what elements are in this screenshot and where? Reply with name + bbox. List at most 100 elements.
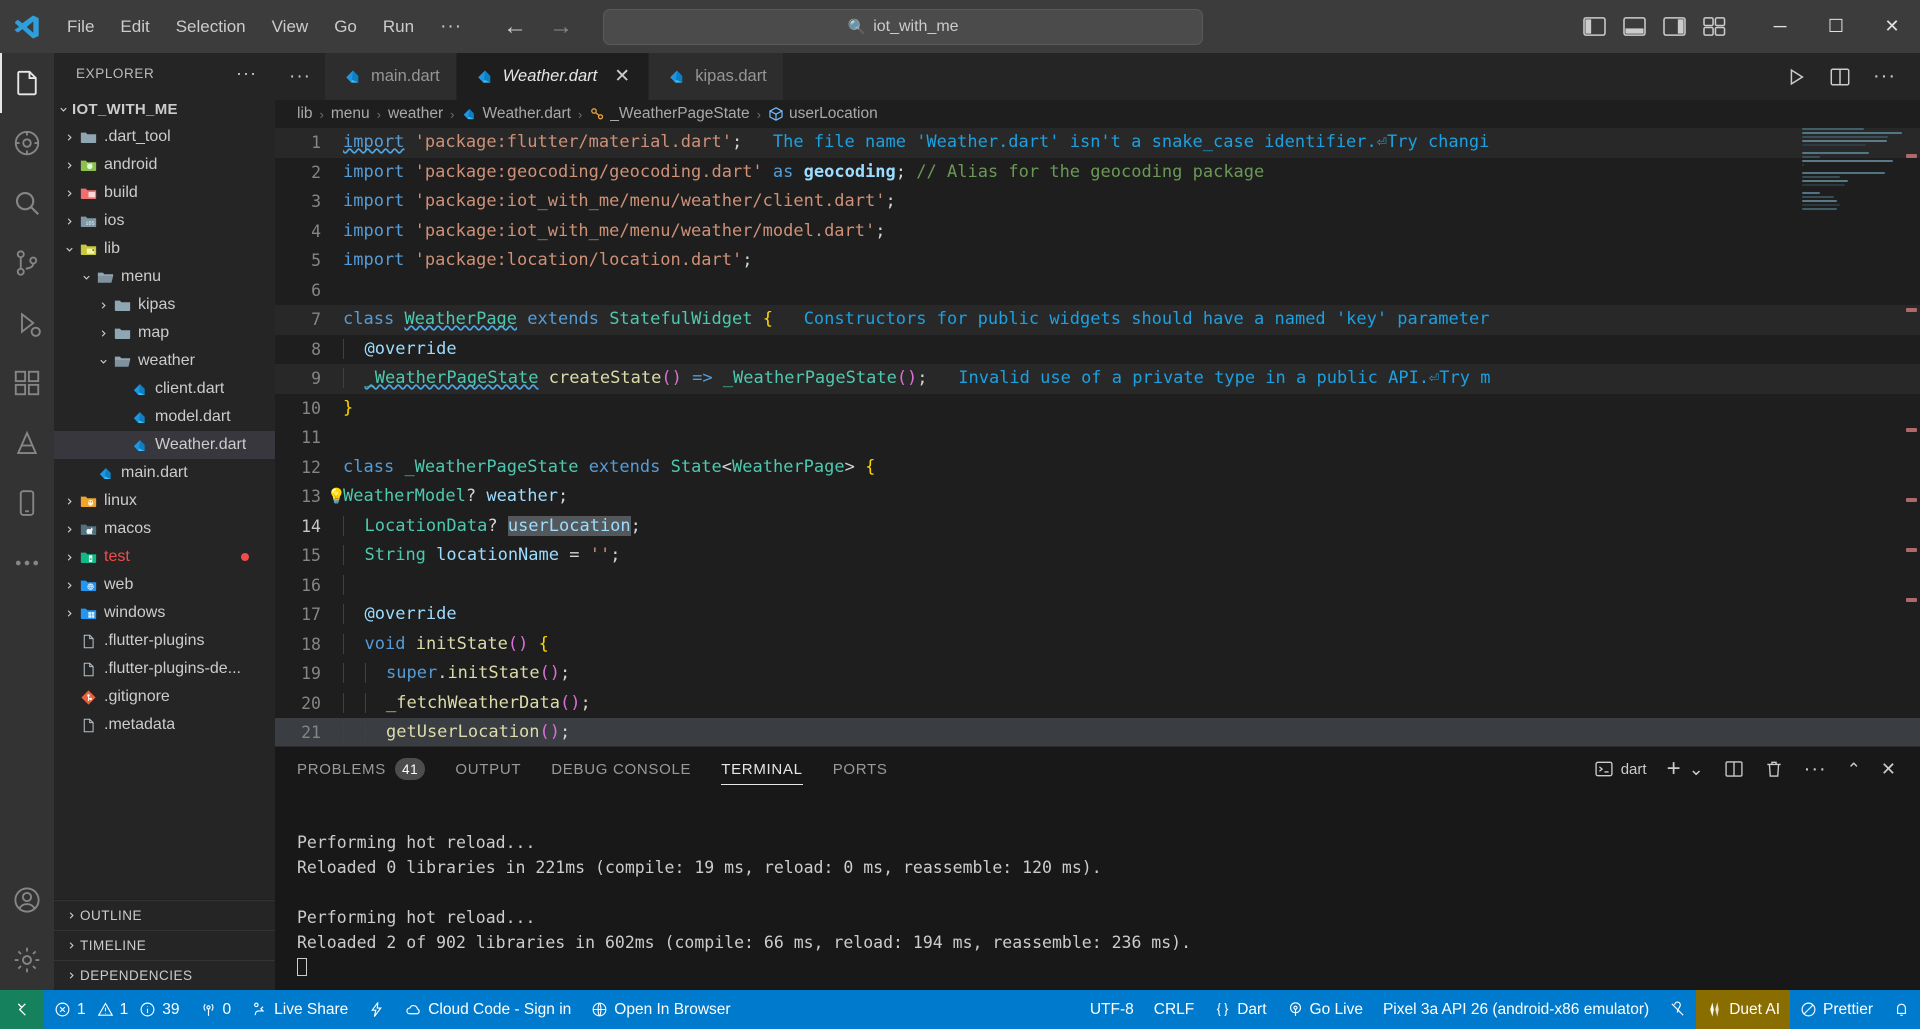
terminal-profile-selector[interactable]: dart xyxy=(1594,759,1647,779)
tree-file-client-dart[interactable]: client.dart xyxy=(54,375,275,403)
status-device-selector[interactable]: Pixel 3a API 26 (android-x86 emulator) xyxy=(1373,990,1659,1029)
chevron-right-icon[interactable] xyxy=(60,216,78,227)
editor-scrollbar[interactable] xyxy=(1903,128,1920,746)
breadcrumb-item-userlocation[interactable]: userLocation xyxy=(768,105,878,123)
menu-run[interactable]: Run xyxy=(370,13,427,41)
tree-file-main-dart[interactable]: main.dart xyxy=(54,459,275,487)
chevron-right-icon[interactable] xyxy=(60,552,78,563)
run-button[interactable] xyxy=(1785,66,1807,88)
status-cloud-code[interactable]: Cloud Code - Sign in xyxy=(395,990,581,1029)
tree-folder--dart-tool[interactable]: .dart_tool xyxy=(54,123,275,151)
chevron-right-icon[interactable] xyxy=(60,524,78,535)
tree-folder-ios[interactable]: iOS ios xyxy=(54,207,275,235)
new-terminal-icon[interactable]: + xyxy=(1667,757,1681,781)
chevron-down-icon[interactable] xyxy=(94,356,112,367)
status-prettier[interactable]: Prettier xyxy=(1790,990,1883,1029)
terminal-output[interactable]: Performing hot reload... Reloaded 0 libr… xyxy=(275,791,1920,990)
go-back-icon[interactable]: ← xyxy=(503,13,527,41)
activity-run-debug[interactable] xyxy=(0,293,54,353)
section-outline[interactable]: OUTLINE xyxy=(54,900,275,930)
chevron-right-icon[interactable] xyxy=(60,188,78,199)
split-terminal-icon[interactable] xyxy=(1724,759,1744,779)
terminal-dropdown-icon[interactable]: ⌄ xyxy=(1689,760,1704,778)
chevron-right-icon[interactable] xyxy=(60,132,78,143)
quick-open-input[interactable]: 🔍 iot_with_me xyxy=(603,8,1204,45)
tree-folder-menu[interactable]: menu xyxy=(54,263,275,291)
activity-search[interactable] xyxy=(0,173,54,233)
activity-extensions[interactable] xyxy=(0,353,54,413)
panel-tab-terminal[interactable]: TERMINAL xyxy=(721,747,804,791)
status-language-mode[interactable]: Dart xyxy=(1204,990,1276,1029)
activity-remote-explorer[interactable] xyxy=(0,473,54,533)
collapse-panel-icon[interactable]: ⌃ xyxy=(1847,761,1861,778)
editor-more-actions[interactable]: ··· xyxy=(1873,65,1896,88)
tree-folder-web[interactable]: web xyxy=(54,571,275,599)
tree-folder-windows[interactable]: windows xyxy=(54,599,275,627)
status-go-live[interactable]: Go Live xyxy=(1277,990,1373,1029)
activity-testing[interactable] xyxy=(0,413,54,473)
tree-file--metadata[interactable]: .metadata xyxy=(54,711,275,739)
editor-tab-kipas-dart[interactable]: kipas.dart xyxy=(649,53,784,100)
chevron-down-icon[interactable] xyxy=(60,244,78,255)
activity-source-control[interactable] xyxy=(0,233,54,293)
menu-go[interactable]: Go xyxy=(321,13,370,41)
tree-folder-macos[interactable]: macos xyxy=(54,515,275,543)
chevron-right-icon[interactable] xyxy=(60,160,78,171)
menu-file[interactable]: File xyxy=(54,13,107,41)
tree-file-model-dart[interactable]: model.dart xyxy=(54,403,275,431)
chevron-down-icon[interactable] xyxy=(77,272,95,283)
panel-tab-debug-console[interactable]: DEBUG CONSOLE xyxy=(551,747,691,791)
panel-tab-problems[interactable]: PROBLEMS 41 xyxy=(297,747,426,791)
activity-accounts[interactable] xyxy=(0,870,54,930)
tree-folder-android[interactable]: android xyxy=(54,151,275,179)
tree-file-weather-dart[interactable]: Weather.dart xyxy=(54,431,275,459)
editor-tab-weather-dart[interactable]: Weather.dart ✕ xyxy=(456,53,650,100)
tree-file--flutter-plugins-de-[interactable]: .flutter-plugins-de... xyxy=(54,655,275,683)
close-panel-icon[interactable]: ✕ xyxy=(1881,760,1896,778)
section-dependencies[interactable]: DEPENDENCIES xyxy=(54,960,275,990)
status-ports[interactable]: 0 xyxy=(190,990,242,1029)
activity-more[interactable] xyxy=(0,533,54,593)
section-timeline[interactable]: TIMELINE xyxy=(54,930,275,960)
tree-folder-lib[interactable]: lib xyxy=(54,235,275,263)
editor-tab-main-dart[interactable]: main.dart xyxy=(324,53,457,100)
tree-folder-kipas[interactable]: kipas xyxy=(54,291,275,319)
tree-folder-weather[interactable]: weather xyxy=(54,347,275,375)
breadcrumb-item-weather[interactable]: weather xyxy=(388,105,443,123)
chevron-right-icon[interactable] xyxy=(60,580,78,591)
status-flutter-inspector[interactable] xyxy=(358,990,395,1029)
tree-root-iot-with-me[interactable]: IOT_WITH_ME xyxy=(54,95,275,123)
menu-overflow-icon[interactable]: ··· xyxy=(427,14,475,40)
go-forward-icon[interactable]: → xyxy=(549,13,573,41)
status-encoding[interactable]: UTF-8 xyxy=(1080,990,1144,1029)
tree-folder-linux[interactable]: linux xyxy=(54,487,275,515)
panel-tab-ports[interactable]: PORTS xyxy=(833,747,888,791)
activity-code-graph[interactable] xyxy=(0,113,54,173)
close-window-button[interactable]: ✕ xyxy=(1864,0,1920,53)
menu-view[interactable]: View xyxy=(259,13,322,41)
status-remote-indicator[interactable] xyxy=(0,990,44,1029)
status-live-share[interactable]: Live Share xyxy=(241,990,358,1029)
status-screencast-mode[interactable] xyxy=(1659,990,1696,1029)
split-editor-button[interactable] xyxy=(1829,66,1851,88)
panel-tab-output[interactable]: OUTPUT xyxy=(455,747,521,791)
tree-folder-build[interactable]: build xyxy=(54,179,275,207)
trash-icon[interactable] xyxy=(1764,759,1784,779)
chevron-right-icon[interactable] xyxy=(94,328,112,339)
status-notifications[interactable] xyxy=(1883,990,1920,1029)
status-eol[interactable]: CRLF xyxy=(1144,990,1204,1029)
tree-file--flutter-plugins[interactable]: .flutter-plugins xyxy=(54,627,275,655)
menu-selection[interactable]: Selection xyxy=(163,13,259,41)
toggle-primary-sidebar-icon[interactable] xyxy=(1583,16,1606,37)
status-open-in-browser[interactable]: Open In Browser xyxy=(581,990,740,1029)
activity-settings[interactable] xyxy=(0,930,54,990)
sidebar-more-icon[interactable]: ··· xyxy=(236,63,257,84)
minimap[interactable] xyxy=(1802,128,1902,288)
maximize-button[interactable]: ☐ xyxy=(1808,0,1864,53)
chevron-right-icon[interactable] xyxy=(94,300,112,311)
status-problems[interactable]: 1 1 39 xyxy=(44,990,190,1029)
breadcrumb-item--weatherpagestate[interactable]: _WeatherPageState xyxy=(589,105,750,123)
panel-more-icon[interactable]: ··· xyxy=(1804,759,1827,779)
breadcrumb-item-weather-dart[interactable]: Weather.dart xyxy=(461,105,571,123)
toggle-secondary-sidebar-icon[interactable] xyxy=(1663,16,1686,37)
